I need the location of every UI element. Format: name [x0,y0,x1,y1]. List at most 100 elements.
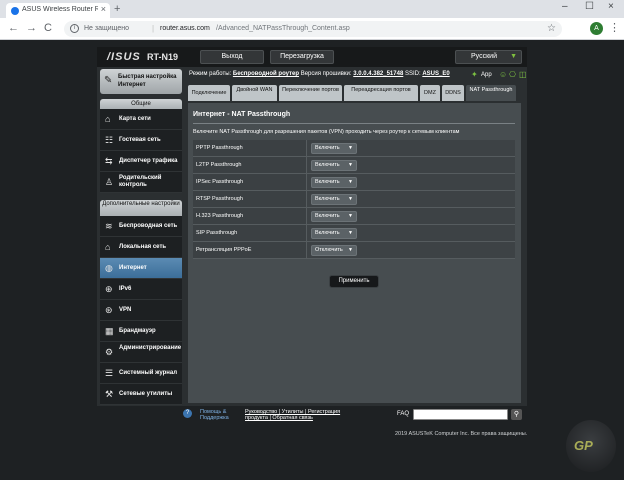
footer-links[interactable]: Руководство | Утилиты | Регистрация прод… [245,409,355,421]
tab-close-icon[interactable]: × [101,4,106,14]
browser-tabbar: ASUS Wireless Router RT-N19 - / × + – ☐ … [0,0,624,18]
new-tab-button[interactable]: + [114,3,120,15]
tab-dmz[interactable]: DMZ [420,85,440,101]
tab-dual-wan[interactable]: Двойной WAN [232,85,277,101]
browser-tab[interactable]: ASUS Wireless Router RT-N19 - / × [6,3,110,18]
row-label: RTSP Passthrough [193,191,307,207]
chevron-down-icon: ▼ [348,247,353,253]
table-row: PPTP Passthrough Включить ▼ [193,140,515,157]
select-value: Включить [315,145,340,151]
sidebar-item-label: Диспетчер трафика [119,158,178,164]
sidebar-item-parental-control[interactable]: ♙ Родительский контроль [100,172,182,193]
search-icon[interactable]: ⚲ [511,409,522,420]
h323-select[interactable]: Включить ▼ [311,211,357,222]
address-bar[interactable]: i Не защищено | router.asus.com /Advance… [64,21,562,37]
sidebar-item-system-log[interactable]: ☰ Системный журнал [100,363,182,384]
sidebar-item-lan[interactable]: ⌂ Локальная сеть [100,237,182,258]
sidebar-item-label: Брандмауэр [119,328,156,334]
sidebar-item-wireless[interactable]: ≋ Беспроводная сеть [100,216,182,237]
watermark-text: GP [574,438,593,453]
sidebar-item-internet[interactable]: ◍ Интернет [100,258,182,279]
sidebar-item-vpn[interactable]: ⊛ VPN [100,300,182,321]
main-content: Интернет - NAT Passthrough Включите NAT … [188,103,521,403]
sidebar-item-network-tools[interactable]: ⚒ Сетевые утилиты [100,384,182,405]
url-host: router.asus.com [160,25,210,32]
ipv6-icon: ⊕ [105,284,113,294]
table-row: IPSec Passthrough Включить ▼ [193,174,515,191]
sidebar-item-label: Администрирование [119,345,182,351]
row-label: Ретрансляция PPPoE [193,242,307,258]
usb-status-icon[interactable]: ⎔ [509,70,516,79]
profile-avatar[interactable]: A [590,22,603,35]
tab-port-forwarding[interactable]: Переадресация портов [344,85,418,101]
table-row: L2TP Passthrough Включить ▼ [193,157,515,174]
chevron-down-icon: ▼ [510,53,517,60]
app-icon[interactable]: ✦ [471,70,478,79]
row-label: H.323 Passthrough [193,208,307,224]
url-path: /Advanced_NATPassThrough_Content.asp [216,25,350,32]
close-window-icon[interactable]: × [608,1,614,12]
reload-icon[interactable]: C [44,22,52,34]
row-label: IPSec Passthrough [193,174,307,190]
sidebar-item-label: Сетевые утилиты [119,391,173,397]
select-value: Включить [315,230,340,236]
watermark-logo: GP [566,420,616,472]
help-support-link[interactable]: Помощь & Поддержка [200,409,240,421]
tab-connection[interactable]: Подключение [188,85,230,101]
select-value: Включить [315,179,340,185]
row-label: SIP Passthrough [193,225,307,241]
user-status-icon[interactable]: ☺ [499,70,507,79]
l2tp-select[interactable]: Включить ▼ [311,160,357,171]
info-icon[interactable]: i [70,24,79,33]
sidebar-item-label: Гостевая сеть [119,137,161,143]
mode-value[interactable]: Беспроводной роутер [233,71,299,77]
apply-button[interactable]: Применить [329,275,379,288]
traffic-icon: ⇆ [105,156,113,166]
sidebar-item-label: Карта сети [119,116,151,122]
router-favicon-icon [11,7,19,15]
back-icon[interactable]: ← [8,22,19,34]
table-row: H.323 Passthrough Включить ▼ [193,208,515,225]
tab-port-trigger[interactable]: Переключение портов [279,85,342,101]
ssid-value[interactable]: ASUS_E0 [422,71,449,77]
rtsp-select[interactable]: Включить ▼ [311,194,357,205]
sidebar-item-traffic-manager[interactable]: ⇆ Диспетчер трафика [100,151,182,172]
faq-search-input[interactable] [413,409,508,420]
sidebar-item-firewall[interactable]: ▦ Брандмауэр [100,321,182,342]
minimize-icon[interactable]: – [562,1,568,12]
tools-icon: ⚒ [105,389,114,399]
tab-nat-passthrough[interactable]: NAT Passthrough [466,85,516,101]
select-value: Включить [315,162,340,168]
language-select[interactable]: Русский ▼ [455,50,522,64]
chevron-down-icon: ▼ [348,145,353,151]
sidebar-item-ipv6[interactable]: ⊕ IPv6 [100,279,182,300]
firmware-value[interactable]: 3.0.0.4.382_51748 [353,71,403,77]
sidebar-item-label: Локальная сеть [119,244,167,250]
ipsec-select[interactable]: Включить ▼ [311,177,357,188]
reboot-button[interactable]: Перезагрузка [270,50,334,64]
sidebar-item-label: Системный журнал [119,370,178,376]
browser-menu-icon[interactable]: ⋮ [609,21,620,34]
forward-icon[interactable]: → [26,22,37,34]
pppoe-relay-select[interactable]: Отключить ▼ [311,245,357,256]
chevron-down-icon: ▼ [348,196,353,202]
maximize-icon[interactable]: ☐ [585,1,594,12]
bookmark-star-icon[interactable]: ☆ [547,23,556,34]
log-icon: ☰ [105,368,114,378]
firmware-label: Версия прошивки: [300,71,352,77]
sidebar-item-administration[interactable]: ⚙ Администрирование [100,342,182,363]
sidebar-item-network-map[interactable]: ⌂ Карта сети [100,109,182,130]
sidebar-item-label: Родительский контроль [119,175,162,188]
sip-select[interactable]: Включить ▼ [311,228,357,239]
network-status-icon[interactable]: ◫ [519,70,527,79]
pptp-select[interactable]: Включить ▼ [311,143,357,154]
title-divider [193,123,515,124]
sidebar-item-guest-network[interactable]: ☷ Гостевая сеть [100,130,182,151]
settings-table: PPTP Passthrough Включить ▼ L2TP Passthro… [193,140,515,259]
logout-button[interactable]: Выход [200,50,264,64]
footer-links-line2[interactable]: продукта | Обратная связь [245,415,313,421]
table-row: Ретрансляция PPPoE Отключить ▼ [193,242,515,259]
quick-internet-setup[interactable]: ✎ Быстрая настройка Интернет [100,69,182,94]
wizard-icon: ✎ [104,75,113,86]
tab-ddns[interactable]: DDNS [442,85,464,101]
